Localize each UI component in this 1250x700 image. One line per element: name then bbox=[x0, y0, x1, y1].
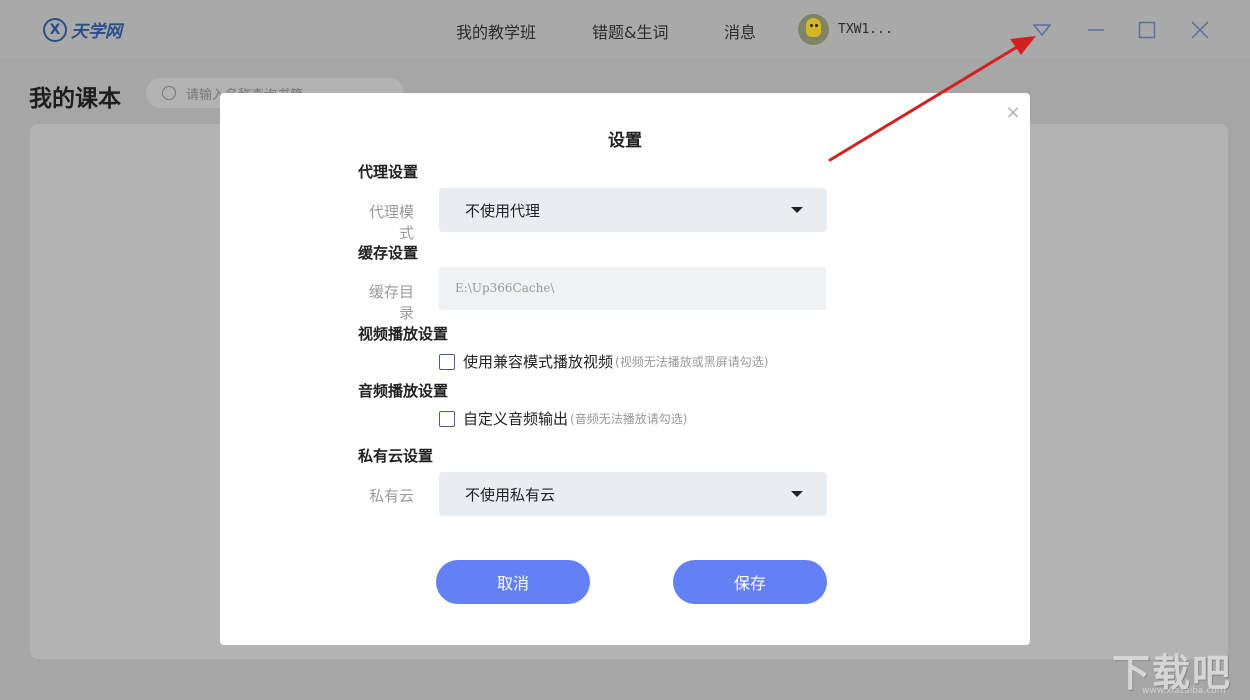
annotation-arrow bbox=[828, 36, 1036, 162]
watermark-url: www.xiazaiba.com bbox=[1142, 686, 1226, 696]
